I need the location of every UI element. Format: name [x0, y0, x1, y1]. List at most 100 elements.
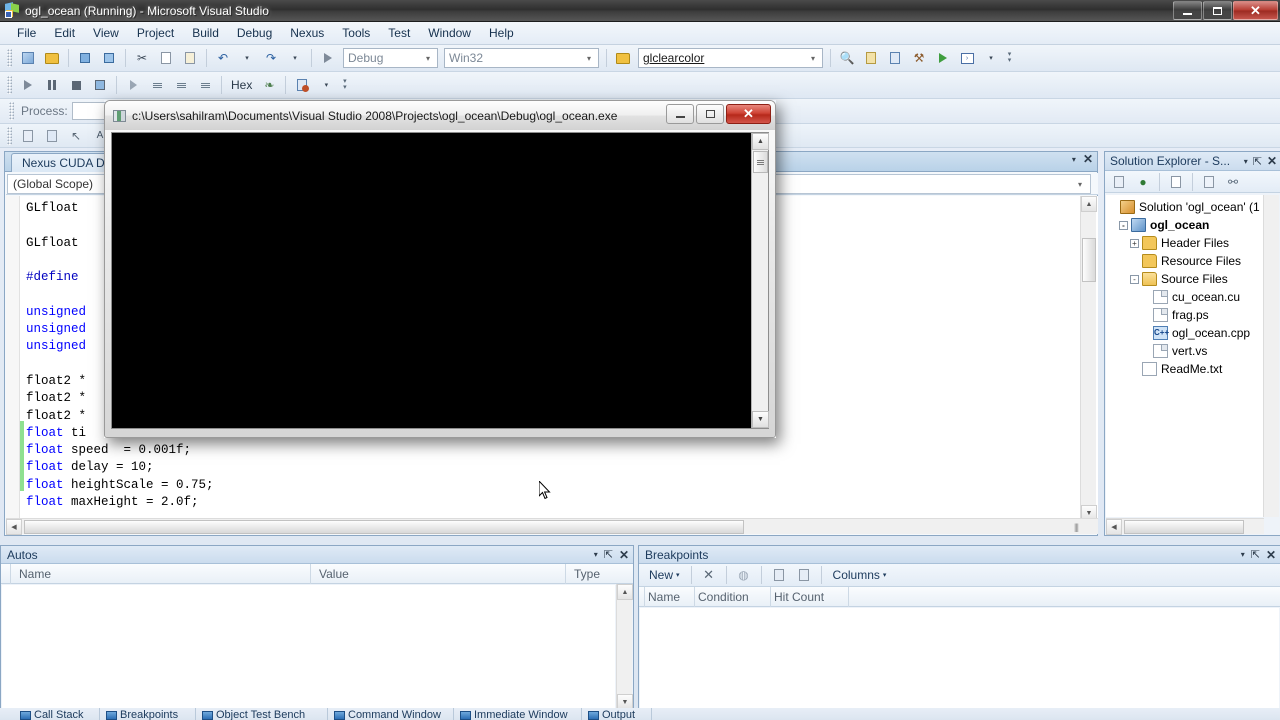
expand-icon[interactable]: + [1130, 238, 1139, 248]
solution-configuration-combo[interactable]: Debug ▾ [343, 48, 438, 68]
console-output-area[interactable] [112, 133, 751, 428]
delete-breakpoint-icon[interactable]: ✕ [698, 565, 720, 586]
restart-icon[interactable] [89, 75, 111, 96]
toolbar-overflow-icon[interactable]: ▾▾ [339, 75, 350, 95]
tree-item[interactable]: Solution 'ogl_ocean' (1 pro [1106, 198, 1264, 216]
toolbar-grip[interactable] [7, 126, 12, 145]
toolbar-grip[interactable] [7, 76, 12, 94]
console-title-bar[interactable]: c:\Users\sahilram\Documents\Visual Studi… [105, 101, 775, 130]
toggle-breakpoint-icon[interactable]: ❧ [258, 75, 280, 96]
object-browser-icon[interactable] [884, 48, 906, 69]
goto-disassembly-icon[interactable] [793, 565, 815, 586]
new-project-icon[interactable] [17, 48, 39, 69]
collapse-icon[interactable]: - [1130, 274, 1139, 284]
scroll-thumb[interactable] [1124, 520, 1244, 534]
close-document-icon[interactable]: ✕ [1083, 153, 1093, 165]
console-close-button[interactable]: ✕ [726, 104, 771, 124]
find-in-files-icon[interactable]: 🔍 [836, 48, 858, 69]
tree-item[interactable]: frag.ps [1106, 306, 1264, 324]
menu-tools[interactable]: Tools [333, 23, 379, 43]
solution-tree[interactable]: Solution 'ogl_ocean' (1 pro - ogl_ocean + He… [1106, 195, 1264, 517]
tree-item[interactable]: C++ ogl_ocean.cpp [1106, 324, 1264, 342]
tree-item[interactable]: cu_ocean.cu [1106, 288, 1264, 306]
toolbar-grip[interactable] [9, 102, 14, 120]
toolbox-icon[interactable]: ⚒ [908, 48, 930, 69]
breakpoints-column-name[interactable]: Name [645, 586, 695, 607]
new-breakpoint-button[interactable]: New ▾ [644, 565, 685, 585]
pane-menu-chevron-icon[interactable]: ▾ [594, 550, 598, 559]
menu-edit[interactable]: Edit [45, 23, 84, 43]
open-file-icon[interactable] [41, 48, 63, 69]
pane-menu-chevron-icon[interactable]: ▾ [1244, 157, 1248, 166]
editor-vertical-scrollbar[interactable]: ▲ ▼ [1080, 196, 1097, 521]
breakpoints-column-hitcount[interactable]: Hit Count [771, 586, 849, 607]
debug-windows-dropdown-icon[interactable]: ▾ [315, 75, 337, 96]
bottom-tab-command-window[interactable]: Command Window [328, 708, 454, 720]
scroll-thumb[interactable] [24, 520, 744, 534]
tree-item[interactable]: vert.vs [1106, 342, 1264, 360]
paste-icon[interactable] [179, 48, 201, 69]
tree-item[interactable]: Resource Files [1106, 252, 1264, 270]
close-button[interactable]: ✕ [1233, 1, 1278, 20]
close-pane-icon[interactable]: ✕ [1266, 549, 1276, 561]
nexus-pointer-icon[interactable]: ↖ [65, 125, 87, 146]
bottom-tab-output[interactable]: Output [582, 708, 652, 720]
toolbar-grip[interactable] [7, 49, 12, 67]
editor-horizontal-scrollbar[interactable]: ◀ ||| [6, 518, 1098, 535]
show-next-statement-icon[interactable] [122, 75, 144, 96]
document-tab-nexus-cuda[interactable]: Nexus CUDA D [11, 153, 114, 172]
bottom-tab-immediate-window[interactable]: Immediate Window [454, 708, 582, 720]
bottom-tab-object-test-bench[interactable]: Object Test Bench [196, 708, 328, 720]
copy-icon[interactable] [155, 48, 177, 69]
menu-nexus[interactable]: Nexus [281, 23, 333, 43]
scroll-up-button[interactable]: ▲ [752, 133, 769, 150]
step-out-icon[interactable] [194, 75, 216, 96]
columns-button[interactable]: Columns ▾ [828, 565, 892, 585]
scroll-left-button[interactable]: ◀ [1106, 519, 1122, 535]
auto-hide-pin-icon[interactable]: ⇱ [1253, 155, 1262, 168]
cut-icon[interactable]: ✂ [131, 48, 153, 69]
splitter-grip-icon[interactable]: ||| [1074, 522, 1079, 532]
menu-build[interactable]: Build [183, 23, 228, 43]
autos-rows[interactable] [2, 585, 615, 710]
console-minimize-button[interactable] [666, 104, 694, 124]
close-pane-icon[interactable]: ✕ [619, 549, 629, 561]
editor-indicator-margin[interactable] [6, 196, 20, 521]
breakpoints-rows[interactable] [640, 608, 1279, 710]
auto-hide-pin-icon[interactable]: ⇱ [604, 548, 613, 561]
find-scope-icon[interactable] [612, 48, 634, 69]
maximize-button[interactable] [1203, 1, 1232, 20]
scroll-up-button[interactable]: ▲ [617, 584, 633, 600]
goto-source-icon[interactable] [768, 565, 790, 586]
minimize-button[interactable] [1173, 1, 1202, 20]
refresh-globe-icon[interactable]: ● [1132, 171, 1154, 192]
view-code-icon[interactable] [1198, 171, 1220, 192]
undo-dropdown-icon[interactable]: ▾ [236, 48, 258, 69]
redo-icon[interactable]: ↷ [260, 48, 282, 69]
scroll-down-button[interactable]: ▼ [752, 411, 769, 428]
continue-icon[interactable] [17, 75, 39, 96]
collapse-icon[interactable]: - [1119, 220, 1128, 230]
debug-windows-icon[interactable] [291, 75, 313, 96]
break-all-icon[interactable] [41, 75, 63, 96]
scroll-thumb[interactable] [1082, 238, 1096, 282]
scroll-thumb[interactable] [753, 151, 768, 173]
toggle-all-breakpoints-icon[interactable]: ◍ [733, 565, 755, 586]
properties-icon[interactable] [1108, 171, 1130, 192]
scroll-left-button[interactable]: ◀ [6, 519, 22, 535]
nexus-connect-icon[interactable] [17, 125, 39, 146]
breakpoints-column-condition[interactable]: Condition [695, 586, 771, 607]
nexus-capture-icon[interactable] [41, 125, 63, 146]
command-window-icon[interactable]: › [956, 48, 978, 69]
show-all-files-icon[interactable] [1165, 171, 1187, 192]
bottom-tab-breakpoints[interactable]: Breakpoints [100, 708, 196, 720]
tree-item[interactable]: - Source Files [1106, 270, 1264, 288]
menu-debug[interactable]: Debug [228, 23, 281, 43]
solution-platform-combo[interactable]: Win32 ▾ [444, 48, 599, 68]
pane-menu-chevron-icon[interactable]: ▾ [1241, 550, 1245, 559]
toolbar-overflow-icon[interactable]: ▾▾ [1004, 48, 1015, 68]
autos-column-type[interactable]: Type [566, 564, 618, 584]
toolbar-dropdown-icon[interactable]: ▾ [980, 48, 1002, 69]
active-files-chevron-icon[interactable]: ▾ [1072, 155, 1076, 164]
step-into-icon[interactable] [146, 75, 168, 96]
